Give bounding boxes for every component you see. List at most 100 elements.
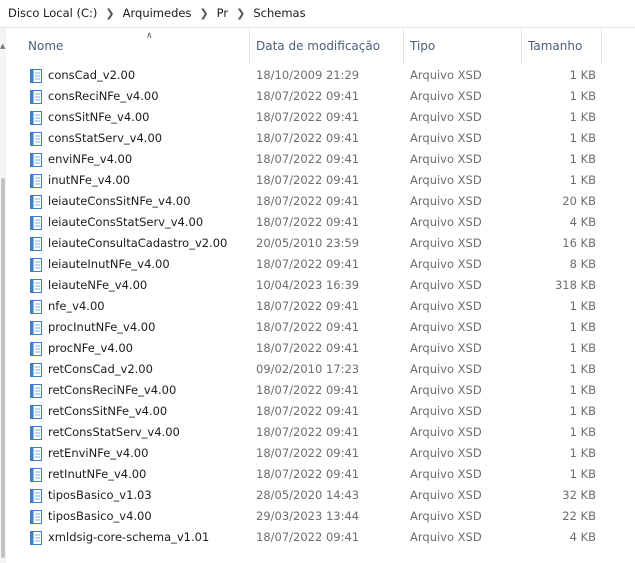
file-date: 10/04/2023 16:39: [256, 278, 360, 292]
file-name-cell[interactable]: xmldsig-core-schema_v1.01: [30, 527, 248, 548]
file-row[interactable]: retConsCad_v2.00 09/02/2010 17:23 Arquivo …: [6, 359, 635, 380]
file-type: Arquivo XSD: [410, 341, 482, 355]
file-size: 1 KB: [569, 320, 596, 334]
xsd-file-icon: [30, 173, 42, 188]
file-row[interactable]: consStatServ_v4.00 18/07/2022 09:41 Arquiv…: [6, 128, 635, 149]
xsd-file-icon: [30, 320, 42, 335]
file-row[interactable]: retConsSitNFe_v4.00 18/07/2022 09:41 Arqui…: [6, 401, 635, 422]
breadcrumb: Disco Local (C:) ❯ Arquimedes ❯ Pr ❯ Sch…: [0, 0, 635, 26]
file-row[interactable]: retConsReciNFe_v4.00 18/07/2022 09:41 Arqu…: [6, 380, 635, 401]
chevron-right-icon[interactable]: ❯: [99, 7, 120, 20]
file-row[interactable]: inutNFe_v4.00 18/07/2022 09:41 Arquivo XSD…: [6, 170, 635, 191]
file-row[interactable]: nfe_v4.00 18/07/2022 09:41 Arquivo XSD 1 KB: [6, 296, 635, 317]
file-name-cell[interactable]: retConsReciNFe_v4.00: [30, 380, 248, 401]
chevron-right-icon[interactable]: ❯: [193, 7, 214, 20]
breadcrumb-item-pr[interactable]: Pr: [215, 6, 230, 20]
file-date: 18/07/2022 09:41: [256, 341, 360, 355]
xsd-file-icon: [30, 257, 42, 272]
file-name-cell[interactable]: tiposBasico_v4.00: [30, 506, 248, 527]
file-size: 1 KB: [569, 446, 596, 460]
xsd-file-icon: [30, 152, 42, 167]
breadcrumb-item-arquimedes[interactable]: Arquimedes: [121, 6, 194, 20]
file-size: 8 KB: [569, 257, 596, 271]
file-row[interactable]: retInutNFe_v4.00 18/07/2022 09:41 Arquivo …: [6, 464, 635, 485]
file-row[interactable]: enviNFe_v4.00 18/07/2022 09:41 Arquivo XSD…: [6, 149, 635, 170]
file-row[interactable]: procNFe_v4.00 18/07/2022 09:41 Arquivo XSD…: [6, 338, 635, 359]
file-name-cell[interactable]: leiauteNFe_v4.00: [30, 275, 248, 296]
file-name: leiauteConsStatServ_v4.00: [48, 215, 204, 229]
file-list: consCad_v2.00 18/10/2009 21:29 Arquivo XSD…: [6, 65, 635, 548]
file-name: tiposBasico_v1.03: [48, 488, 152, 502]
file-type: Arquivo XSD: [410, 299, 482, 313]
file-date: 18/07/2022 09:41: [256, 110, 360, 124]
file-row[interactable]: tiposBasico_v1.03 28/05/2020 14:43 Arquivo…: [6, 485, 635, 506]
file-name-cell[interactable]: consCad_v2.00: [30, 65, 248, 86]
file-date: 18/07/2022 09:41: [256, 467, 360, 481]
xsd-file-icon: [30, 236, 42, 251]
file-size: 1 KB: [569, 173, 596, 187]
file-name-cell[interactable]: inutNFe_v4.00: [30, 170, 248, 191]
file-type: Arquivo XSD: [410, 236, 482, 250]
file-name-cell[interactable]: consSitNFe_v4.00: [30, 107, 248, 128]
file-name-cell[interactable]: consStatServ_v4.00: [30, 128, 248, 149]
file-row[interactable]: leiauteConsSitNFe_v4.00 18/07/2022 09:41 A…: [6, 191, 635, 212]
file-name: consSitNFe_v4.00: [48, 110, 150, 124]
column-header-type[interactable]: Tipo: [404, 28, 522, 64]
file-row[interactable]: tiposBasico_v4.00 29/03/2023 13:44 Arquivo…: [6, 506, 635, 527]
xsd-file-icon: [30, 530, 42, 545]
file-name-cell[interactable]: retConsSitNFe_v4.00: [30, 401, 248, 422]
column-header-date[interactable]: Data de modificação: [250, 28, 404, 64]
file-name-cell[interactable]: consReciNFe_v4.00: [30, 86, 248, 107]
file-date: 18/07/2022 09:41: [256, 446, 360, 460]
breadcrumb-item-schemas[interactable]: Schemas: [251, 6, 307, 20]
file-name: retConsSitNFe_v4.00: [48, 404, 168, 418]
file-row[interactable]: procInutNFe_v4.00 18/07/2022 09:41 Arquivo…: [6, 317, 635, 338]
file-row[interactable]: consReciNFe_v4.00 18/07/2022 09:41 Arquivo…: [6, 86, 635, 107]
file-row[interactable]: leiauteConsultaCadastro_v2.00 20/05/2010 …: [6, 233, 635, 254]
file-name: inutNFe_v4.00: [48, 173, 131, 187]
file-type: Arquivo XSD: [410, 488, 482, 502]
file-type: Arquivo XSD: [410, 257, 482, 271]
file-name-cell[interactable]: leiauteInutNFe_v4.00: [30, 254, 248, 275]
file-type: Arquivo XSD: [410, 446, 482, 460]
file-name-cell[interactable]: procNFe_v4.00: [30, 338, 248, 359]
file-name: retConsCad_v2.00: [48, 362, 153, 376]
file-date: 18/07/2022 09:41: [256, 152, 360, 166]
breadcrumb-item-drive[interactable]: Disco Local (C:): [6, 6, 99, 20]
file-name-cell[interactable]: procInutNFe_v4.00: [30, 317, 248, 338]
file-row[interactable]: xmldsig-core-schema_v1.01 18/07/2022 09:4…: [6, 527, 635, 548]
file-name-cell[interactable]: leiauteConsStatServ_v4.00: [30, 212, 248, 233]
chevron-right-icon[interactable]: ❯: [230, 7, 251, 20]
file-name-cell[interactable]: tiposBasico_v1.03: [30, 485, 248, 506]
file-row[interactable]: retEnviNFe_v4.00 18/07/2022 09:41 Arquivo …: [6, 443, 635, 464]
file-row[interactable]: leiauteNFe_v4.00 10/04/2023 16:39 Arquivo …: [6, 275, 635, 296]
column-header-size[interactable]: Tamanho: [522, 28, 602, 64]
file-name-cell[interactable]: retEnviNFe_v4.00: [30, 443, 248, 464]
file-row[interactable]: leiauteConsStatServ_v4.00 18/07/2022 09:4…: [6, 212, 635, 233]
file-name-cell[interactable]: leiauteConsultaCadastro_v2.00: [30, 233, 248, 254]
file-name: nfe_v4.00: [48, 299, 105, 313]
file-size: 1 KB: [569, 152, 596, 166]
scrollbar-thumb[interactable]: [1, 178, 5, 558]
file-date: 18/10/2009 21:29: [256, 68, 360, 82]
file-name: consReciNFe_v4.00: [48, 89, 159, 103]
file-size: 1 KB: [569, 425, 596, 439]
file-name: tiposBasico_v4.00: [48, 509, 152, 523]
file-name-cell[interactable]: leiauteConsSitNFe_v4.00: [30, 191, 248, 212]
file-date: 18/07/2022 09:41: [256, 89, 360, 103]
file-date: 20/05/2010 23:59: [256, 236, 360, 250]
file-date: 18/07/2022 09:41: [256, 383, 360, 397]
file-date: 18/07/2022 09:41: [256, 530, 360, 544]
column-header-name[interactable]: Nome ∧: [22, 28, 250, 64]
file-row[interactable]: consCad_v2.00 18/10/2009 21:29 Arquivo XSD…: [6, 65, 635, 86]
file-size: 22 KB: [562, 509, 596, 523]
file-row[interactable]: consSitNFe_v4.00 18/07/2022 09:41 Arquivo …: [6, 107, 635, 128]
file-row[interactable]: leiauteInutNFe_v4.00 18/07/2022 09:41 Arqu…: [6, 254, 635, 275]
file-row[interactable]: retConsStatServ_v4.00 18/07/2022 09:41 Arq…: [6, 422, 635, 443]
file-name-cell[interactable]: enviNFe_v4.00: [30, 149, 248, 170]
file-name-cell[interactable]: retInutNFe_v4.00: [30, 464, 248, 485]
file-name-cell[interactable]: retConsCad_v2.00: [30, 359, 248, 380]
file-name-cell[interactable]: retConsStatServ_v4.00: [30, 422, 248, 443]
file-name: retEnviNFe_v4.00: [48, 446, 149, 460]
file-name-cell[interactable]: nfe_v4.00: [30, 296, 248, 317]
